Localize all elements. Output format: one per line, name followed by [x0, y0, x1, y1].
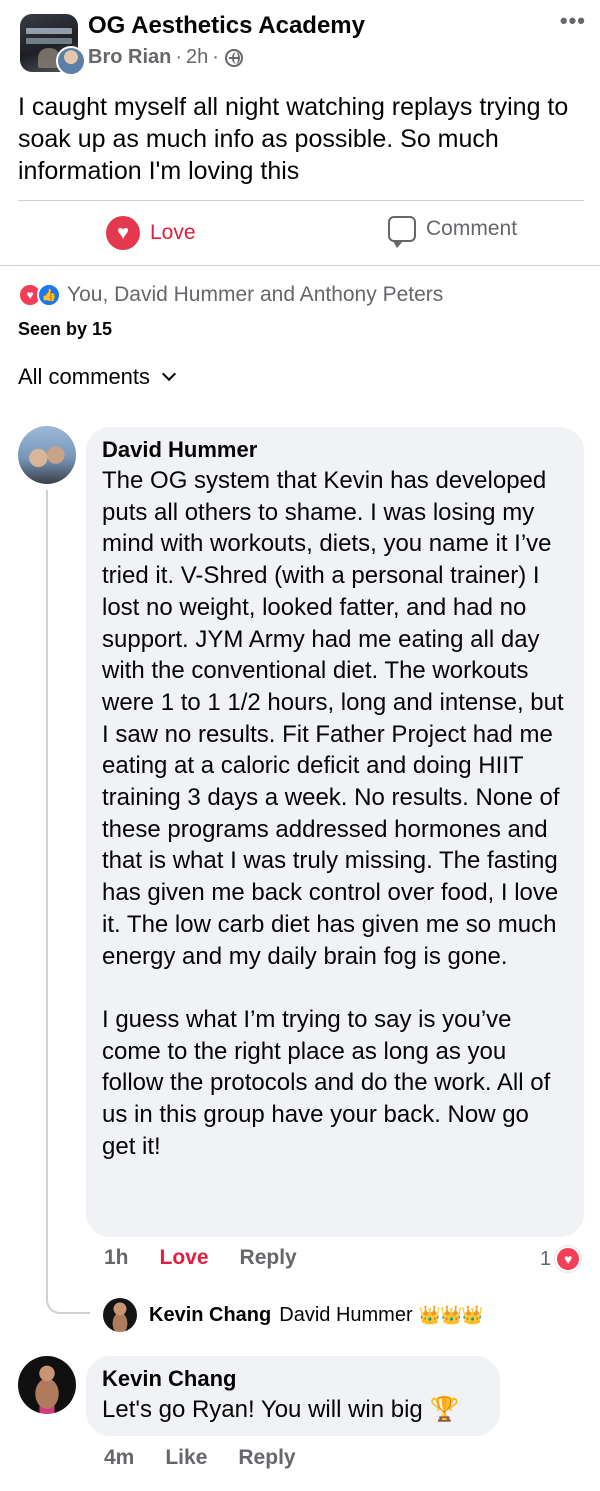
globe-icon	[224, 48, 243, 67]
post-author[interactable]: Bro Rian	[88, 46, 171, 69]
comment-bubble[interactable]: Kevin Chang Let's go Ryan! You will win …	[86, 1356, 500, 1436]
like-button[interactable]: Like	[165, 1446, 207, 1470]
comments-filter-dropdown[interactable]: All comments	[18, 364, 177, 390]
reply-snippet: David Hummer	[279, 1303, 413, 1326]
love-label: Love	[150, 221, 196, 244]
post-meta: Bro Rian · 2h ·	[88, 46, 243, 69]
post-text: I caught myself all night watching repla…	[18, 93, 569, 185]
commenter-name[interactable]: David Hummer	[102, 435, 568, 465]
love-button[interactable]: ♥ Love	[106, 216, 196, 250]
reply-button[interactable]: Reply	[238, 1446, 295, 1470]
comments-filter-label: All comments	[18, 364, 151, 389]
reaction-names: You, David Hummer and Anthony Peters	[67, 283, 444, 306]
reactions-summary[interactable]: ♥ 👍 You, David Hummer and Anthony Peters	[18, 283, 443, 307]
comment-label: Comment	[426, 217, 518, 240]
trophy-icon: 🏆	[429, 1396, 460, 1423]
commenter-avatar[interactable]	[18, 426, 76, 484]
comment-text: The OG system that Kevin has developed p…	[102, 467, 564, 1160]
comment-time[interactable]: 4m	[104, 1446, 134, 1470]
post-time[interactable]: 2h	[186, 46, 208, 69]
heart-icon: ♥	[555, 1246, 582, 1272]
divider	[18, 200, 584, 201]
comment-meta: 4m Like Reply	[104, 1446, 296, 1470]
meta-separator: ·	[212, 46, 219, 68]
comment-reaction-count[interactable]: 1 ♥	[540, 1246, 582, 1272]
reaction-count: 1	[540, 1247, 552, 1270]
crown-icon: 👑👑👑	[418, 1304, 484, 1325]
comment-text: Let's go Ryan! You will win big 🏆	[102, 1394, 484, 1426]
seen-by[interactable]: Seen by 15	[18, 319, 112, 340]
reply-avatar[interactable]	[103, 1298, 137, 1332]
heart-icon: ♥	[106, 216, 140, 250]
reply-author[interactable]: Kevin Chang	[149, 1304, 271, 1327]
comment-time[interactable]: 1h	[104, 1246, 129, 1270]
thread-line	[46, 490, 90, 1314]
comment-icon	[388, 216, 416, 248]
love-reaction-button[interactable]: Love	[160, 1246, 209, 1270]
post-header: OG Aesthetics Academy Bro Rian · 2h · ••…	[18, 8, 585, 76]
like-reaction-icon: 👍	[37, 283, 61, 307]
reply-preview[interactable]: Kevin Chang David Hummer 👑👑👑	[103, 1298, 484, 1332]
chevron-down-icon	[161, 366, 177, 382]
author-avatar[interactable]	[56, 46, 86, 76]
comment-text-content: Let's go Ryan! You will win big	[102, 1396, 423, 1423]
more-options-icon[interactable]: •••	[560, 8, 586, 34]
divider	[0, 265, 600, 266]
comment-button[interactable]: Comment	[388, 216, 518, 248]
group-name[interactable]: OG Aesthetics Academy	[88, 12, 365, 40]
commenter-name[interactable]: Kevin Chang	[102, 1364, 484, 1394]
reply-button[interactable]: Reply	[240, 1246, 297, 1270]
commenter-avatar[interactable]	[18, 1356, 76, 1414]
post-actions: ♥ Love Comment	[0, 208, 600, 258]
comment-bubble[interactable]: David Hummer The OG system that Kevin ha…	[86, 427, 584, 1237]
meta-separator: ·	[175, 46, 183, 68]
comment-meta: 1h Love Reply	[104, 1246, 297, 1270]
